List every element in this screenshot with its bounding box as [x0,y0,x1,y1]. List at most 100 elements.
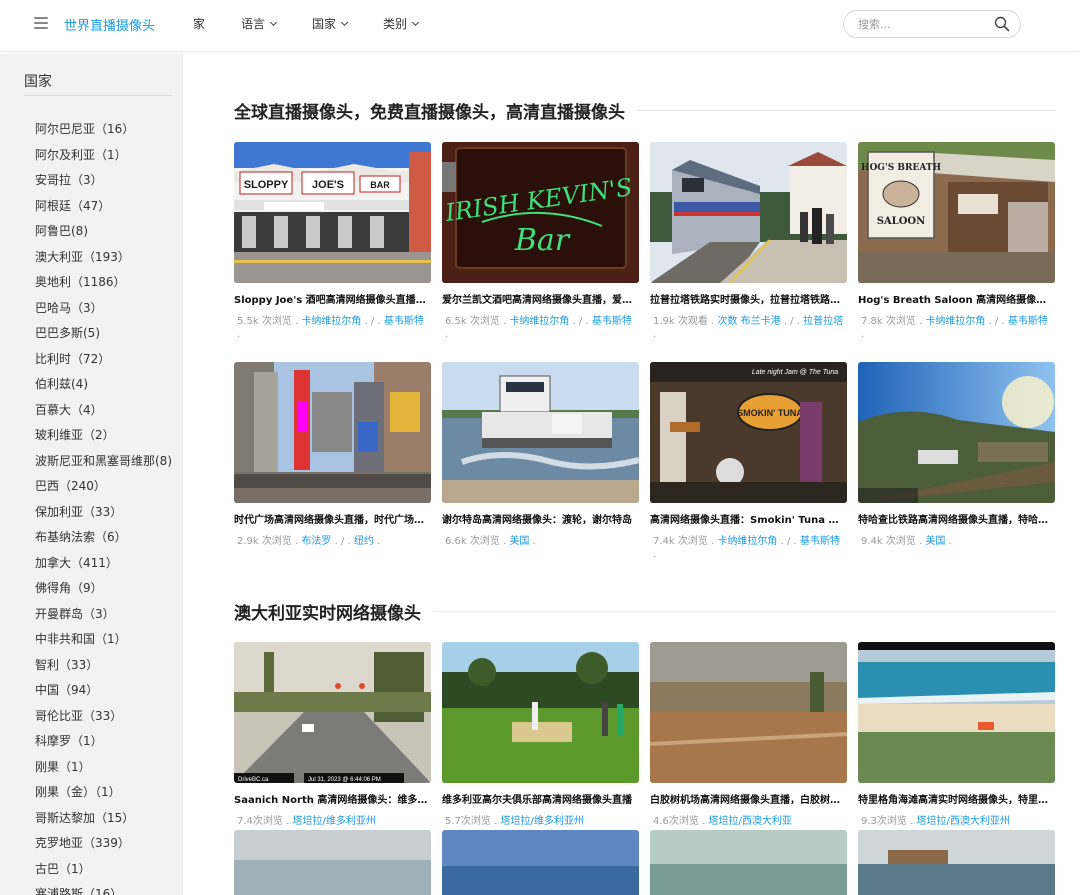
card-meta: 9.4k 次浏览 . 美国 . [861,536,952,547]
sidebar-country-item[interactable]: 智利（33） [35,656,183,682]
sidebar-country-item[interactable]: 阿尔巴尼亚（16） [35,120,183,146]
card-title[interactable]: 特里格角海滩高清实时网络摄像头，特里格角海滩 [858,791,1055,806]
card-title[interactable]: 谢尔特岛高清网络摄像头：渡轮，谢尔特岛 [442,511,639,526]
thumbnail-sloppy-joes[interactable]: SLOPPY JOE'S BAR [234,142,431,283]
thumbnail-whitegum-airport[interactable] [650,642,847,783]
thumbnail-train-station[interactable] [650,142,847,283]
thumbnail-irish-kevins[interactable]: IRISH KEVIN'S Bar [442,142,639,283]
sidebar-country-item[interactable]: 比利时（72） [35,350,183,376]
thumbnail-saanich-north[interactable]: DriveBC.ca Jul 31, 2023 @ 6:44:06 PM [234,642,431,783]
nav-country[interactable]: 国家 [312,15,349,32]
tag-link[interactable]: 次数 布兰卡港 [717,316,780,327]
tag-link[interactable]: 布法罗 [301,536,331,547]
sidebar-country-item[interactable]: 古巴（1） [35,860,183,886]
sidebar-country-item[interactable]: 奥地利（1186） [35,273,183,299]
view-count: 1.9k 次观看 [653,316,708,327]
tag-link[interactable]: 拉普拉塔 [803,316,843,327]
card-title[interactable]: 时代广场高清网络摄像头直播，时代广场网络摄像头 [234,511,431,526]
card-title[interactable]: 维多利亚高尔夫俱乐部高清网络摄像头直播 [442,791,639,806]
sidebar-country-item[interactable]: 阿尔及利亚（1） [35,146,183,172]
sign-text: HOG'S BREATH [861,163,942,173]
tag-link[interactable]: 美国 [509,536,529,547]
tag-link[interactable]: 塔培拉/西澳大利亚州 [916,816,1009,827]
sidebar-country-item[interactable]: 哥斯达黎加（15） [35,809,183,835]
card-title[interactable]: 白胶树机场高清网络摄像头直播，白胶树机场 [650,791,847,806]
thumbnail-shelter-island-ferry[interactable] [442,362,639,503]
sidebar-country-item[interactable]: 中非共和国（1） [35,630,183,656]
thumbnail-victoria-golf[interactable] [442,642,639,783]
nav-category[interactable]: 类别 [383,15,420,32]
search-icon[interactable] [994,16,1010,32]
sidebar-country-item[interactable]: 加拿大（411） [35,554,183,580]
sidebar-country-item[interactable]: 开曼群岛（3） [35,605,183,631]
tag-link[interactable]: 基韦斯特 [1008,316,1048,327]
site-logo[interactable]: 世界直播摄像头 [64,15,155,34]
thumbnail-trigg-beach[interactable] [858,642,1055,783]
menu-icon[interactable] [34,17,48,29]
sidebar-country-item[interactable]: 安哥拉（3） [35,171,183,197]
tag-link[interactable]: 基韦斯特 [384,316,424,327]
sidebar-country-item[interactable]: 波斯尼亚和黑塞哥维那(8) [35,452,183,478]
sidebar-country-item[interactable]: 阿根廷（47） [35,197,183,223]
meta-tail: . [445,329,449,340]
tag-link[interactable]: 塔培拉/维多利亚州 [292,816,375,827]
sidebar-country-item[interactable]: 伯利兹(4) [35,375,183,401]
thumbnail-next-2[interactable] [442,830,639,895]
sidebar-country-item[interactable]: 佛得角（9） [35,579,183,605]
card-meta: 7.8k 次浏览 . 卡纳维拉尔角 . / . 基韦斯特. [861,316,1048,340]
search-box [843,10,1021,38]
card-title[interactable]: 高清网络摄像头直播：Smokin' Tuna 酒吧 [650,511,847,526]
sidebar-country-item[interactable]: 中国（94） [35,681,183,707]
view-count: 7.4k 次浏览 [653,536,708,547]
sidebar-country-item[interactable]: 巴西（240） [35,477,183,503]
sidebar-country-item[interactable]: 布基纳法索（6） [35,528,183,554]
thumbnail-next-1[interactable] [234,830,431,895]
thumbnail-times-square[interactable] [234,362,431,503]
thumbnail-hogs-breath[interactable]: HOG'S BREATH SALOON [858,142,1055,283]
tag-link[interactable]: 塔培拉/维多利亚州 [500,816,583,827]
chevron-down-icon [341,18,349,26]
card-title[interactable]: 特哈查比铁路高清网络摄像头直播，特哈查比铁路 [858,511,1055,526]
tag-link[interactable]: 卡纳维拉尔角 [925,316,985,327]
thumbnail-tehachapi-railway[interactable] [858,362,1055,503]
sidebar-country-item[interactable]: 克罗地亚（339） [35,834,183,860]
card-title[interactable]: 拉普拉塔铁路实时摄像头，拉普拉塔铁路网络摄像头 [650,291,847,306]
view-count: 5.7次浏览 [445,816,491,827]
sidebar-country-item[interactable]: 巴巴多斯(5) [35,324,183,350]
sidebar-country-item[interactable]: 塞浦路斯（16） [35,885,183,895]
tag-link[interactable]: 基韦斯特 [592,316,632,327]
sidebar-country-item[interactable]: 玻利维亚（2） [35,426,183,452]
tag-link[interactable]: 塔培拉/西澳大利亚 [708,816,791,827]
search-input[interactable] [858,16,988,32]
sidebar-country-item[interactable]: 阿鲁巴(8) [35,222,183,248]
nav-home[interactable]: 家 [193,15,205,32]
card-title[interactable]: 爱尔兰凯文酒吧高清网络摄像头直播，爱尔兰凯文酒吧 [442,291,639,306]
webcam-card [442,830,639,895]
card-title[interactable]: Saanich North 高清网络摄像头：维多利亚州 [234,791,431,806]
sidebar-country-item[interactable]: 保加利亚（33） [35,503,183,529]
tag-link[interactable]: 卡纳维拉尔角 [509,316,569,327]
tag-link[interactable]: 纽约 [354,536,374,547]
tag-link[interactable]: 卡纳维拉尔角 [301,316,361,327]
thumbnail-smokin-tuna[interactable]: Late night Jam @ The Tuna SMOKIN' TUNA [650,362,847,503]
sidebar-country-item[interactable]: 澳大利亚（193） [35,248,183,274]
card-title[interactable]: Sloppy Joe's 酒吧高清网络摄像头直播，基韦斯特 [234,291,431,306]
tag-link[interactable]: 美国 [925,536,945,547]
tag-link[interactable]: 卡纳维拉尔角 [717,536,777,547]
card-title[interactable]: Hog's Breath Saloon 高清网络摄像头直播 [858,291,1055,306]
view-count: 9.3次浏览 [861,816,907,827]
nav-language[interactable]: 语言 [241,15,278,32]
sidebar-country-item[interactable]: 科摩罗（1） [35,732,183,758]
thumbnail-next-4[interactable] [858,830,1055,895]
card-meta: 9.3次浏览 . 塔培拉/西澳大利亚州 [861,816,1010,827]
sidebar-divider [24,95,172,96]
webcam-card: SLOPPY JOE'S BAR Sloppy Joe's 酒吧高清网络摄像头直… [234,142,431,341]
sidebar-country-item[interactable]: 刚果（金）（1） [35,783,183,809]
sidebar-country-item[interactable]: 巴哈马（3） [35,299,183,325]
sidebar-country-item[interactable]: 哥伦比亚（33） [35,707,183,733]
sidebar-country-item[interactable]: 百慕大（4） [35,401,183,427]
sidebar-country-item[interactable]: 刚果（1） [35,758,183,784]
view-count: 6.6k 次浏览 [445,536,500,547]
tag-link[interactable]: 基韦斯特 [800,536,840,547]
thumbnail-next-3[interactable] [650,830,847,895]
